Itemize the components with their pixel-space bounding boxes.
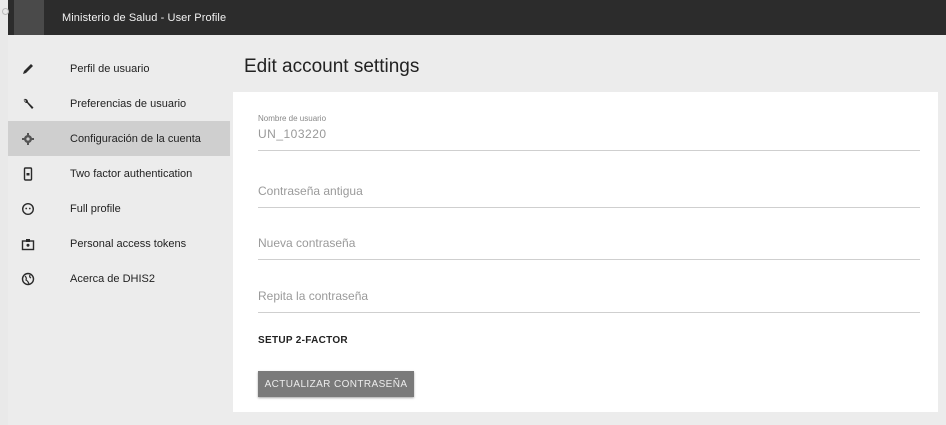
sidebar-item-label: Two factor authentication xyxy=(70,167,193,180)
username-label: Nombre de usuario xyxy=(258,114,327,123)
pencil-icon xyxy=(8,62,48,76)
field-underline xyxy=(258,259,920,260)
page-title: Ministerio de Salud - User Profile xyxy=(62,11,227,24)
header-bar: Ministerio de Salud - User Profile xyxy=(2,0,946,35)
sidebar-item-two-factor[interactable]: Two factor authentication xyxy=(8,156,230,191)
repeat-password-field[interactable]: Repita la contraseña xyxy=(258,289,920,313)
sidebar-item-label: Full profile xyxy=(70,202,121,215)
face-icon xyxy=(8,202,48,216)
account-settings-card: Nombre de usuario UN_103220 Contraseña a… xyxy=(233,92,938,412)
wrench-icon xyxy=(8,97,48,111)
username-value: UN_103220 xyxy=(258,127,327,141)
field-underline xyxy=(258,150,920,151)
sidebar: Perfil de usuario Preferencias de usuari… xyxy=(8,51,230,296)
sidebar-item-label: Configuración de la cuenta xyxy=(70,132,201,145)
sidebar-item-preferencias[interactable]: Preferencias de usuario xyxy=(8,86,230,121)
sidebar-item-access-tokens[interactable]: Personal access tokens xyxy=(8,226,230,261)
phone-lock-icon xyxy=(8,166,48,181)
sidebar-item-perfil[interactable]: Perfil de usuario xyxy=(8,51,230,86)
setup-2fa-button[interactable]: SETUP 2-FACTOR xyxy=(258,335,348,346)
gear-icon xyxy=(8,132,48,146)
repeat-password-placeholder: Repita la contraseña xyxy=(258,289,369,303)
field-underline xyxy=(258,312,920,313)
sidebar-item-label: Preferencias de usuario xyxy=(70,97,187,110)
username-field[interactable]: Nombre de usuario UN_103220 xyxy=(258,114,920,151)
badge-icon xyxy=(8,237,48,251)
sidebar-item-label: Perfil de usuario xyxy=(70,62,150,75)
section-title: Edit account settings xyxy=(244,56,420,77)
new-password-placeholder: Nueva contraseña xyxy=(258,236,356,250)
sidebar-item-label: Personal access tokens xyxy=(70,237,187,250)
update-password-button[interactable]: ACTUALIZAR CONTRASEÑA xyxy=(258,371,414,397)
sidebar-item-full-profile[interactable]: Full profile xyxy=(8,191,230,226)
old-password-field[interactable]: Contraseña antigua xyxy=(258,184,920,208)
globe-icon xyxy=(8,272,48,286)
sidebar-item-acerca[interactable]: Acerca de DHIS2 xyxy=(8,261,230,296)
app-logo[interactable] xyxy=(2,0,44,35)
field-underline xyxy=(258,207,920,208)
sidebar-item-configuracion[interactable]: Configuración de la cuenta xyxy=(8,121,230,156)
sidebar-item-label: Acerca de DHIS2 xyxy=(70,272,155,285)
new-password-field[interactable]: Nueva contraseña xyxy=(258,236,920,260)
old-password-placeholder: Contraseña antigua xyxy=(258,184,363,198)
